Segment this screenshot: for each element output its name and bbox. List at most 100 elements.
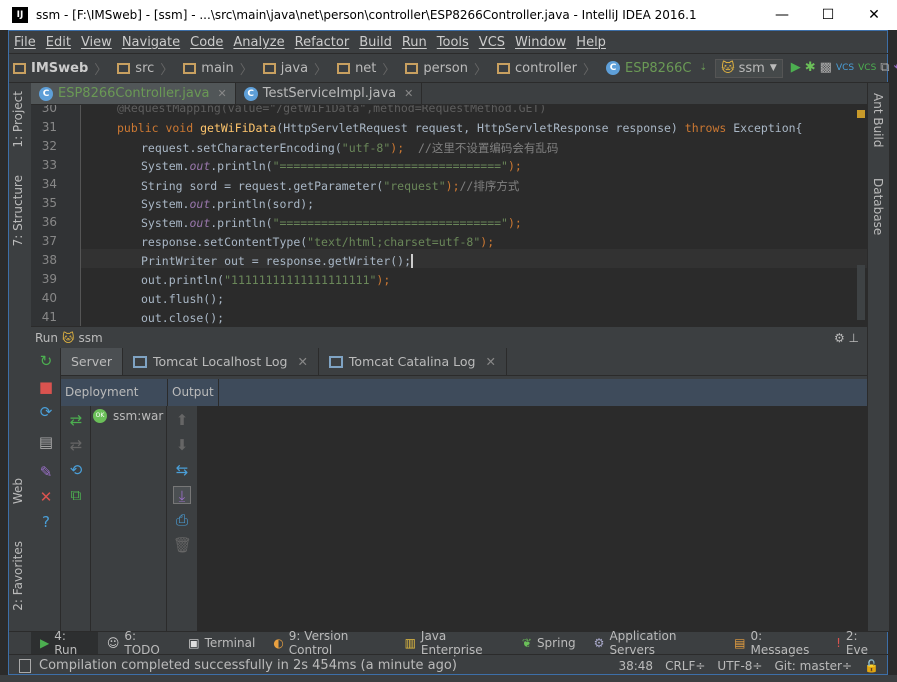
soft-wrap-icon[interactable]: ⇆ <box>173 461 191 479</box>
line-separator[interactable]: CRLF÷ <box>665 659 705 673</box>
maximize-button[interactable]: ☐ <box>805 0 851 30</box>
tool-window-spring[interactable]: ❦ Spring <box>513 632 585 655</box>
version-control-icon: ◐ <box>273 636 284 650</box>
trash-icon[interactable]: 🗑 <box>173 536 192 554</box>
breadcrumb-controller[interactable]: controller 〉 <box>493 59 602 78</box>
lock-icon[interactable]: 🔓 <box>864 659 879 673</box>
tab-esp8266controller[interactable]: C ESP8266Controller.java ✕ <box>31 83 236 104</box>
todo-icon: ☺ <box>106 636 120 650</box>
breadcrumb-main[interactable]: main 〉 <box>179 59 259 78</box>
tool-tab-database[interactable]: Database <box>871 178 885 235</box>
tool-window-run[interactable]: ▶ 4: Run <box>31 629 98 657</box>
menu-file[interactable]: File <box>9 35 41 50</box>
code-editor[interactable]: 30 31 32 33 34 35 36 37 38 39 40 41 @RequestMapping… <box>31 105 867 326</box>
line-number: 30 <box>41 105 57 115</box>
vcs-compare-icon[interactable]: ⧉ <box>880 58 889 78</box>
run-config-select[interactable]: 🐱 ssm ▼ <box>715 58 783 78</box>
deploy-icon[interactable]: ⇄ <box>67 411 85 429</box>
close-tab-icon[interactable]: ✕ <box>485 354 495 369</box>
close-tab-icon[interactable]: ✕ <box>297 354 307 369</box>
menu-view[interactable]: View <box>76 35 117 50</box>
tool-window-messages[interactable]: ▤ 0: Messages <box>725 629 827 657</box>
tool-window-application-servers[interactable]: ⚙ Application Servers <box>585 629 725 657</box>
vcs-update-icon[interactable]: VCS <box>836 58 854 78</box>
warning-marker[interactable] <box>857 110 865 118</box>
layout-icon[interactable]: ▤ <box>37 433 55 451</box>
down-arrow-icon[interactable]: ⬇ <box>173 436 191 454</box>
editor-tabs: C ESP8266Controller.java ✕ C TestServiceImp… <box>31 83 867 105</box>
line-number: 31 <box>41 120 57 134</box>
tool-window-eve[interactable]: ! 2: Eve <box>827 629 889 657</box>
run-icon[interactable]: ▶ <box>791 58 801 78</box>
deployment-item[interactable]: OK ssm:war e <box>93 409 167 423</box>
breadcrumb-class[interactable]: C ESP8266C <box>602 61 697 76</box>
print-icon[interactable]: ⎙ <box>173 511 191 529</box>
right-tool-strip: Ant Build Database <box>867 83 889 631</box>
tool-tab-structure[interactable]: 7: Structure <box>11 175 25 246</box>
menu-vcs[interactable]: VCS <box>474 35 510 50</box>
caret-position[interactable]: 38:48 <box>618 659 653 673</box>
breadcrumb-java[interactable]: java 〉 <box>259 59 333 78</box>
output-console[interactable] <box>197 406 867 631</box>
close-tab-icon[interactable]: ✕ <box>218 87 227 100</box>
tab-testserviceimpl[interactable]: C TestServiceImpl.java ✕ <box>236 83 423 104</box>
menu-navigate[interactable]: Navigate <box>117 35 185 50</box>
close-icon[interactable]: ✕ <box>37 488 55 506</box>
tool-window-terminal[interactable]: ▣ Terminal <box>179 632 264 655</box>
breadcrumb-net[interactable]: net 〉 <box>333 59 401 78</box>
menu-code[interactable]: Code <box>185 35 228 50</box>
breadcrumb-imsweb[interactable]: IMSweb 〉 <box>9 59 113 78</box>
breadcrumb-person[interactable]: person 〉 <box>401 59 493 78</box>
sort-icon[interactable]: ⇣ <box>700 58 708 78</box>
scroll-to-end-icon[interactable]: ⤓ <box>173 486 191 505</box>
tool-tab-project[interactable]: 1: Project <box>11 91 25 148</box>
chevron-down-icon: ▼ <box>769 63 777 73</box>
chevron-right-icon: 〉 <box>94 62 108 78</box>
tool-tab-favorites[interactable]: 2: Favorites <box>11 541 25 611</box>
menu-build[interactable]: Build <box>354 35 397 50</box>
tool-tab-ant-build[interactable]: Ant Build <box>871 93 885 147</box>
close-button[interactable]: ✕ <box>851 0 897 30</box>
menu-tools[interactable]: Tools <box>432 35 474 50</box>
code-line-32: request.setCharacterEncoding("utf-8"); /… <box>141 141 559 155</box>
tab-tomcat-catalina-log[interactable]: Tomcat Catalina Log ✕ <box>319 348 507 375</box>
run-icon: ▶ <box>40 636 50 650</box>
stop-icon[interactable]: ■ <box>37 378 55 396</box>
help-icon[interactable]: ? <box>37 513 55 531</box>
pin-icon[interactable]: ✎ <box>37 463 55 481</box>
code-line-31: public void getWiFiData(HttpServletReque… <box>117 121 803 135</box>
undeploy-icon[interactable]: ⇄ <box>67 436 85 454</box>
spring-icon: ❦ <box>521 636 532 650</box>
update-icon[interactable]: ⟳ <box>37 403 55 421</box>
tab-tomcat-localhost-log[interactable]: Tomcat Localhost Log ✕ <box>123 348 319 375</box>
breadcrumb-src[interactable]: src 〉 <box>113 59 179 78</box>
gear-icon[interactable]: ⚙ ⊥ <box>834 331 859 345</box>
tool-window-java-enterprise[interactable]: ▥ Java Enterprise <box>396 629 513 657</box>
rerun-icon[interactable]: ↻ <box>37 352 55 370</box>
menu-analyze[interactable]: Analyze <box>228 35 289 50</box>
vcs-commit-icon[interactable]: VCS <box>858 58 876 78</box>
minimize-button[interactable]: — <box>759 0 805 30</box>
tool-window-todo[interactable]: ☺ 6: TODO <box>98 629 179 657</box>
close-tab-icon[interactable]: ✕ <box>404 87 413 100</box>
code-line-37: response.setContentType("text/html;chars… <box>141 235 495 249</box>
deploy-all-icon[interactable]: ⧉ <box>67 486 85 504</box>
tab-server[interactable]: Server <box>61 348 123 375</box>
status-toggle-icon[interactable] <box>19 658 31 673</box>
revert-icon[interactable]: ↶ <box>894 58 897 78</box>
tool-window-version-control[interactable]: ◐ 9: Version Control <box>264 629 395 657</box>
menu-refactor[interactable]: Refactor <box>290 35 355 50</box>
vcs-branch[interactable]: Git: master÷ <box>774 659 852 673</box>
debug-icon[interactable]: ✱ <box>805 58 816 78</box>
ide-window: File Edit View Navigate Code Analyze Refactor B… <box>8 30 897 675</box>
refresh-icon[interactable]: ⟲ <box>67 461 85 479</box>
menu-edit[interactable]: Edit <box>41 35 76 50</box>
up-arrow-icon[interactable]: ⬆ <box>173 411 191 429</box>
encoding[interactable]: UTF-8÷ <box>717 659 762 673</box>
editor-scrollbar[interactable] <box>857 265 865 320</box>
coverage-icon[interactable]: ▩ <box>820 58 832 78</box>
menu-help[interactable]: Help <box>571 35 611 50</box>
menu-window[interactable]: Window <box>510 35 571 50</box>
menu-run[interactable]: Run <box>397 35 432 50</box>
tool-tab-web[interactable]: Web <box>11 478 25 504</box>
